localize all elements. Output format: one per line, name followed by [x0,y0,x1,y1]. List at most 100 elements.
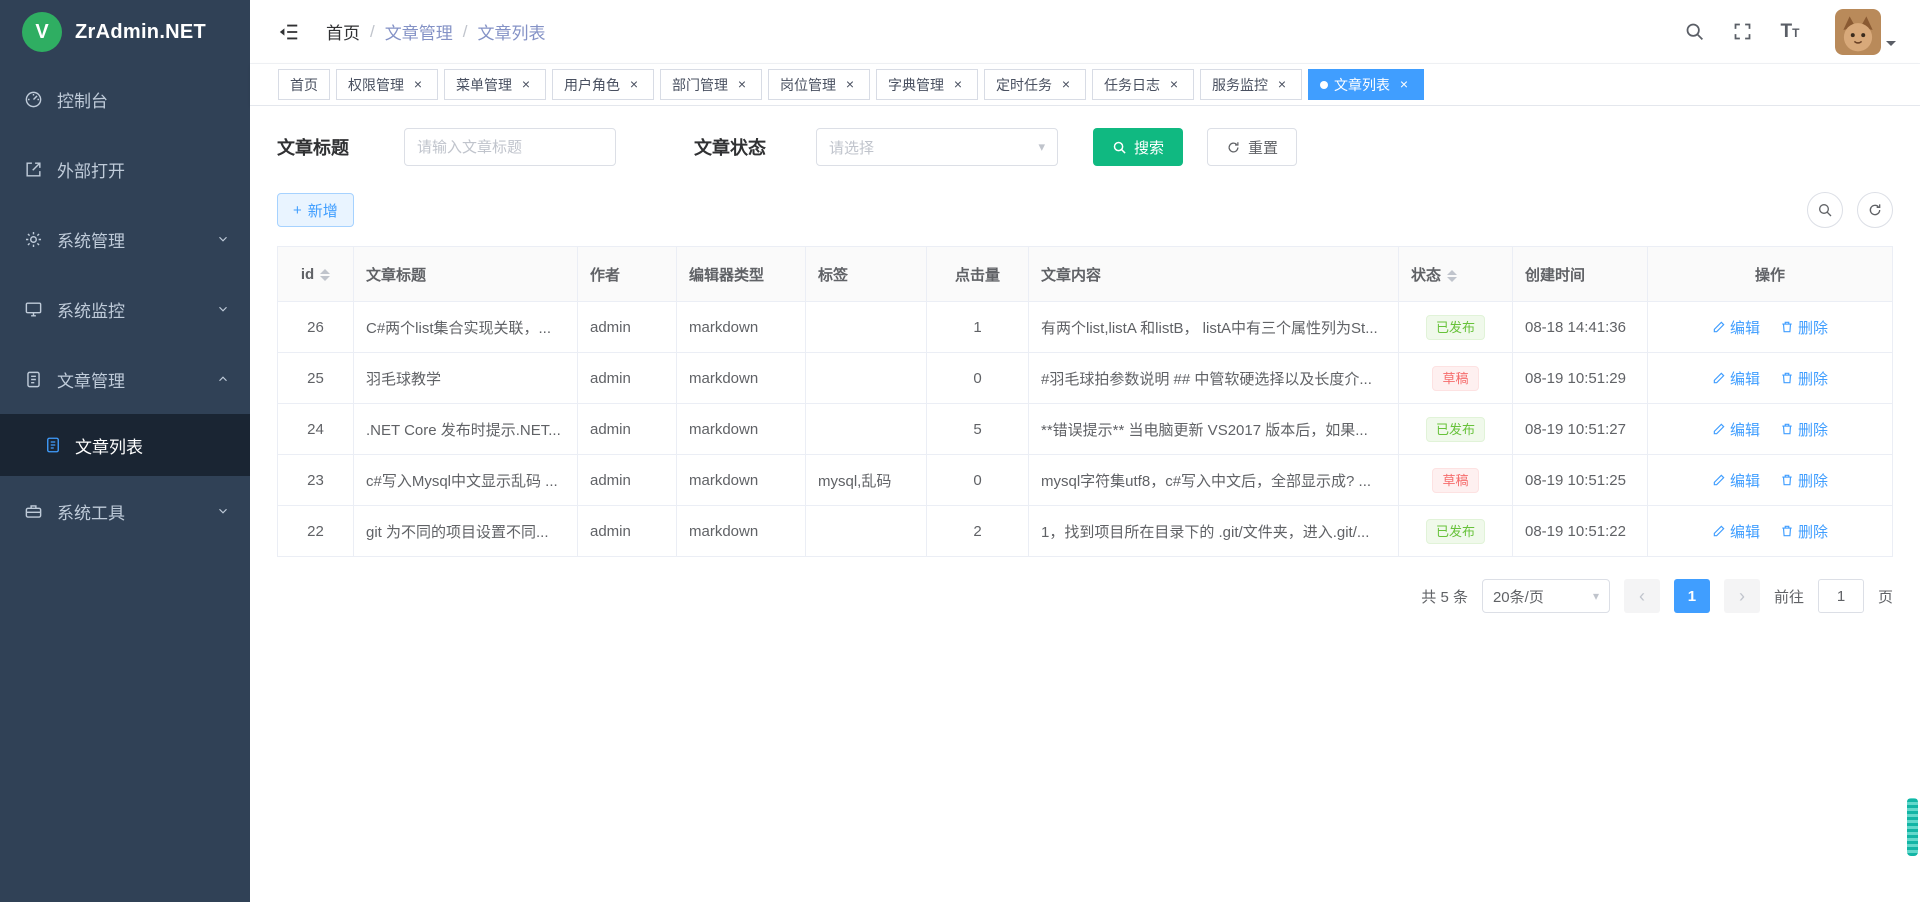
edit-button[interactable]: 编辑 [1712,521,1760,542]
toolbox-icon [24,502,43,521]
delete-button[interactable]: 删除 [1780,317,1828,338]
table-row[interactable]: 26 C#两个list集合实现关联，... admin markdown 1 有… [278,302,1893,353]
table-row[interactable]: 24 .NET Core 发布时提示.NET... admin markdown… [278,404,1893,455]
close-icon[interactable]: × [950,77,966,93]
close-icon[interactable]: × [842,77,858,93]
close-icon[interactable]: × [734,77,750,93]
cell-actions: 编辑 删除 [1648,455,1893,506]
cell-content: #羽毛球拍参数说明 ## 中管软硬选择以及长度介... [1029,353,1399,404]
page-size-select[interactable]: 20条/页 ▾ [1482,579,1610,613]
tag-home[interactable]: 首页 [278,69,330,100]
delete-button[interactable]: 删除 [1780,419,1828,440]
sidebar: V ZrAdmin.NET 控制台 外部打开 系统管理 系统监控 [0,0,250,902]
toggle-search-button[interactable] [1807,192,1843,228]
goto-page-input[interactable] [1818,579,1864,613]
cell-content: mysql字符集utf8，c#写入中文后，全部显示成? ... [1029,455,1399,506]
user-menu[interactable] [1835,9,1896,55]
column-header-id[interactable]: id [278,247,354,302]
add-button[interactable]: + 新增 [277,193,354,227]
tag-service-monitor[interactable]: 服务监控 × [1200,69,1302,100]
fullscreen-icon[interactable] [1729,19,1755,45]
refresh-table-button[interactable] [1857,192,1893,228]
sidebar-subitem-label: 文章列表 [75,433,143,458]
sidebar-item-system-management[interactable]: 系统管理 [0,204,250,274]
search-button-label: 搜索 [1134,137,1164,158]
status-badge: 已发布 [1426,519,1485,544]
header-search-icon[interactable] [1681,19,1707,45]
next-page-button[interactable]: › [1724,579,1760,613]
table-row[interactable]: 25 羽毛球教学 admin markdown 0 #羽毛球拍参数说明 ## 中… [278,353,1893,404]
sidebar-toggle-icon[interactable] [276,19,302,45]
tag-user-role[interactable]: 用户角色 × [552,69,654,100]
article-title-input[interactable] [404,128,616,166]
cell-id: 23 [278,455,354,506]
main-area: 首页 / 文章管理 / 文章列表 TT [250,0,1920,902]
tag-menu[interactable]: 菜单管理 × [444,69,546,100]
breadcrumb-article-list: 文章列表 [477,19,545,44]
close-icon[interactable]: × [1058,77,1074,93]
tag-department[interactable]: 部门管理 × [660,69,762,100]
sidebar-item-article-list[interactable]: 文章列表 [0,414,250,476]
tag-dictionary[interactable]: 字典管理 × [876,69,978,100]
trash-icon [1780,371,1794,385]
column-header-status[interactable]: 状态 [1399,247,1513,302]
sidebar-menu: 控制台 外部打开 系统管理 系统监控 文章管理 [0,64,250,546]
user-avatar[interactable] [1835,9,1881,55]
close-icon[interactable]: × [410,77,426,93]
page-size-value: 20条/页 [1493,586,1544,607]
table-row[interactable]: 22 git 为不同的项目设置不同... admin markdown 2 1，… [278,506,1893,557]
cell-author: admin [578,404,677,455]
reset-button[interactable]: 重置 [1207,128,1297,166]
cell-author: admin [578,353,677,404]
search-button[interactable]: 搜索 [1093,128,1183,166]
tag-article-list[interactable]: 文章列表 × [1308,69,1424,100]
cell-title: C#两个list集合实现关联，... [354,302,578,353]
close-icon[interactable]: × [1166,77,1182,93]
table-row[interactable]: 23 c#写入Mysql中文显示乱码 ... admin markdown my… [278,455,1893,506]
chevron-down-icon: ▾ [1593,589,1599,603]
select-placeholder: 请选择 [829,137,874,158]
app-logo[interactable]: V ZrAdmin.NET [0,0,250,64]
edit-button[interactable]: 编辑 [1712,317,1760,338]
tag-label: 文章列表 [1334,75,1390,95]
prev-page-button[interactable]: ‹ [1624,579,1660,613]
sort-icon[interactable] [1447,270,1457,282]
sidebar-item-system-monitor[interactable]: 系统监控 [0,274,250,344]
tag-label: 用户角色 [564,75,620,95]
tag-scheduled-task[interactable]: 定时任务 × [984,69,1086,100]
close-icon[interactable]: × [626,77,642,93]
sidebar-item-article-management[interactable]: 文章管理 [0,344,250,414]
cell-status: 已发布 [1399,506,1513,557]
close-icon[interactable]: × [1274,77,1290,93]
sort-icon[interactable] [320,269,330,281]
edit-button[interactable]: 编辑 [1712,368,1760,389]
goto-label: 前往 [1774,586,1804,607]
delete-button[interactable]: 删除 [1780,368,1828,389]
tag-label: 部门管理 [672,75,728,95]
breadcrumb-home[interactable]: 首页 [326,19,360,44]
article-status-select[interactable]: 请选择 ▾ [816,128,1058,166]
article-title-label: 文章标题 [277,134,349,160]
tag-label: 岗位管理 [780,75,836,95]
close-icon[interactable]: × [518,77,534,93]
font-size-icon[interactable]: TT [1777,19,1803,45]
delete-button[interactable]: 删除 [1780,470,1828,491]
delete-button[interactable]: 删除 [1780,521,1828,542]
reset-button-label: 重置 [1248,137,1278,158]
sidebar-item-dashboard[interactable]: 控制台 [0,64,250,134]
breadcrumb-article-management[interactable]: 文章管理 [385,19,453,44]
edit-button[interactable]: 编辑 [1712,419,1760,440]
pagination-total: 共 5 条 [1421,586,1468,607]
sidebar-item-system-tools[interactable]: 系统工具 [0,476,250,546]
tag-permission[interactable]: 权限管理 × [336,69,438,100]
page-scrollbar-thumb[interactable] [1907,798,1918,856]
tag-post[interactable]: 岗位管理 × [768,69,870,100]
status-badge: 草稿 [1432,366,1478,391]
article-status-label: 文章状态 [694,134,766,160]
tag-task-log[interactable]: 任务日志 × [1092,69,1194,100]
page-content: 文章标题 文章状态 请选择 ▾ 搜索 重置 + [250,106,1920,902]
sidebar-item-external-open[interactable]: 外部打开 [0,134,250,204]
page-number-button[interactable]: 1 [1674,579,1710,613]
close-icon[interactable]: × [1396,77,1412,93]
edit-button[interactable]: 编辑 [1712,470,1760,491]
